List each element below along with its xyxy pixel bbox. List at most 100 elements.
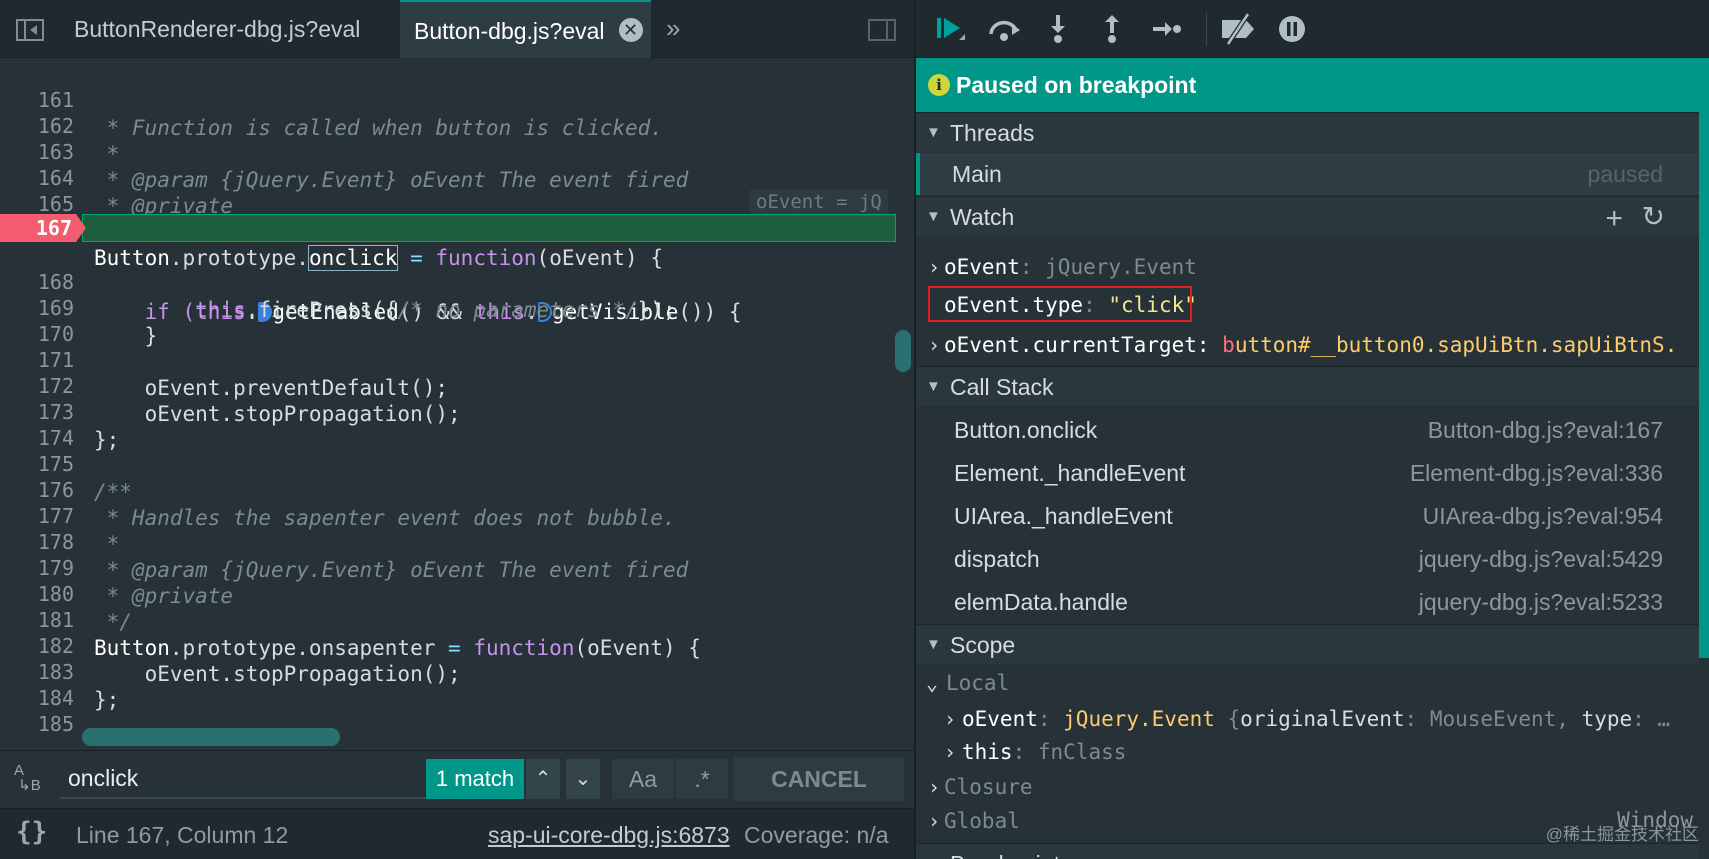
expand-caret-icon[interactable]: › [928,804,940,838]
step-into-button[interactable] [1038,12,1078,48]
callstack-section-header[interactable]: ▼ Call Stack [916,366,1699,406]
close-tab-icon[interactable]: ✕ [618,18,643,42]
code-line: 181 Button.prototype.onsapenter = functi… [0,578,896,660]
step-button[interactable] [1146,12,1186,48]
watermark: @稀土掘金技术社区 [1545,825,1699,844]
code-line: 168 this.firePress({/* no parameters */}… [0,240,896,322]
code-line: 164 * @private [0,136,896,218]
resume-icon [937,18,965,40]
breakpoint-marker[interactable]: 167 [0,214,86,242]
section-title: Breakpoints [950,851,1071,859]
step-icon [1153,22,1181,36]
code-line: 176 * Handles the sapenter event does no… [0,448,896,530]
scope-closure[interactable]: › Closure [916,770,1699,804]
watch-sep: : [1196,333,1223,357]
previous-match-button[interactable]: ⌃ [526,759,560,799]
expanded-caret-icon[interactable]: ⌄ [926,666,938,700]
frame-function: Element._handleEvent [954,460,1186,486]
toggle-debugger-icon[interactable] [868,19,896,41]
step-out-icon [1105,15,1119,43]
code-line: 169 } [0,266,896,348]
scope-local[interactable]: ⌄ Local [916,666,1699,700]
cancel-search-button[interactable]: CANCEL [734,757,904,801]
coverage-status: Coverage: n/a [744,822,889,848]
frame-location: Button-dbg.js?eval:167 [1427,417,1663,443]
step-over-icon [989,20,1020,41]
call-frame[interactable]: Button.onclick Button-dbg.js?eval:167 [916,409,1699,451]
deactivate-breakpoints-button[interactable] [1218,12,1258,48]
watch-expression[interactable]: › oEvent: jQuery.Event [916,246,1699,288]
code-line: 182 oEvent.stopPropagation(); [0,604,896,686]
scope-section-header[interactable]: ▼ Scope [916,624,1699,664]
regex-toggle[interactable]: .* [676,759,728,799]
thread-item-main[interactable]: Main paused [916,153,1699,195]
call-frame[interactable]: dispatch jquery-dbg.js?eval:5429 [916,538,1699,580]
match-count: 1 match [426,759,524,799]
step-over-button[interactable] [984,12,1024,48]
section-title: Call Stack [950,374,1054,400]
expand-caret-icon[interactable]: › [944,702,956,736]
var-preview: originalEvent [1240,707,1405,731]
tab-button-active[interactable]: Button-dbg.js?eval ✕ [400,0,651,58]
pause-on-exceptions-button[interactable] [1272,12,1312,48]
frame-location: UIArea-dbg.js?eval:954 [1422,503,1663,529]
expand-caret-icon[interactable]: › [944,735,956,769]
toggle-navigator-icon[interactable] [16,19,44,41]
line-number: 167 [35,216,72,240]
expand-caret-icon[interactable]: › [928,770,940,804]
var-preview: type [1581,707,1633,731]
code-line: 180 */ [0,552,896,634]
debugger-sidebar: i Paused on breakpoint ▼ Threads Main pa… [916,0,1709,859]
step-into-icon [1051,15,1065,43]
code-editor[interactable]: 161 * Function is called when button is … [0,58,896,750]
scope-variable[interactable]: › oEvent: jQuery.Event {originalEvent: M… [916,702,1699,736]
sidebar-scrollbar[interactable] [1699,58,1709,658]
expanded-triangle-icon: ▼ [926,124,941,141]
search-input[interactable] [60,759,430,799]
code-line: 174 [0,396,896,450]
more-tabs-icon[interactable]: » [666,13,680,44]
expanded-triangle-icon: ▼ [926,844,941,859]
expand-caret-icon[interactable]: › [928,324,940,366]
var-sep: : [1012,740,1038,764]
watch-sep: : [1019,255,1046,279]
watch-section-header[interactable]: ▼ Watch + ↻ [916,196,1699,236]
var-value: jQuery.Event [1063,707,1215,731]
add-watch-icon[interactable]: + [1605,199,1623,239]
var-preview: { [1214,707,1241,731]
threads-section-header[interactable]: ▼ Threads [916,112,1699,152]
expanded-triangle-icon: ▼ [926,208,941,225]
watch-value: jQuery.Event [1045,255,1197,279]
breakpoints-section-header[interactable]: ▼ Breakpoints [916,843,1699,859]
watch-expression[interactable]: › oEvent.currentTarget: button#__button0… [916,324,1699,366]
expanded-triangle-icon: ▼ [926,378,941,395]
code-line: 175 /** [0,422,896,504]
expand-caret-icon[interactable]: › [928,246,940,288]
var-preview: : … [1632,707,1671,731]
editor-status-bar: {} Line 167, Column 12 sap-ui-core-dbg.j… [0,808,916,859]
source-location-link[interactable]: sap-ui-core-dbg.js:6873 [488,822,730,849]
vertical-scrollbar[interactable] [895,330,911,372]
next-match-button[interactable]: ⌄ [566,759,600,799]
paused-message: Paused on breakpoint [956,72,1197,98]
call-frame[interactable]: Element._handleEvent Element-dbg.js?eval… [916,452,1699,494]
frame-function: dispatch [954,546,1040,572]
scope-variable[interactable]: › this: fnClass [916,735,1699,769]
line-number[interactable]: 185 [0,710,74,738]
call-frame[interactable]: elemData.handle jquery-dbg.js?eval:5233 [916,581,1699,623]
thread-name: Main [952,161,1002,187]
code-line: 178 * @param {jQuery.Event} oEvent The e… [0,500,896,582]
frame-function: elemData.handle [954,589,1128,615]
resume-button[interactable] [930,12,970,48]
tab-buttonrenderer[interactable]: ButtonRenderer-dbg.js?eval [60,0,374,58]
scope-name: Local [946,671,1010,695]
code-line: 170 [0,292,896,346]
step-out-button[interactable] [1092,12,1132,48]
refresh-watch-icon[interactable]: ↻ [1642,197,1665,237]
pretty-print-icon[interactable]: {} [16,817,47,847]
horizontal-scrollbar[interactable] [82,728,340,746]
replace-toggle-icon[interactable]: A ↳B [14,763,46,795]
match-case-toggle[interactable]: Aa [612,759,674,799]
call-frame[interactable]: UIArea._handleEvent UIArea-dbg.js?eval:9… [916,495,1699,537]
info-icon: i [928,74,950,96]
